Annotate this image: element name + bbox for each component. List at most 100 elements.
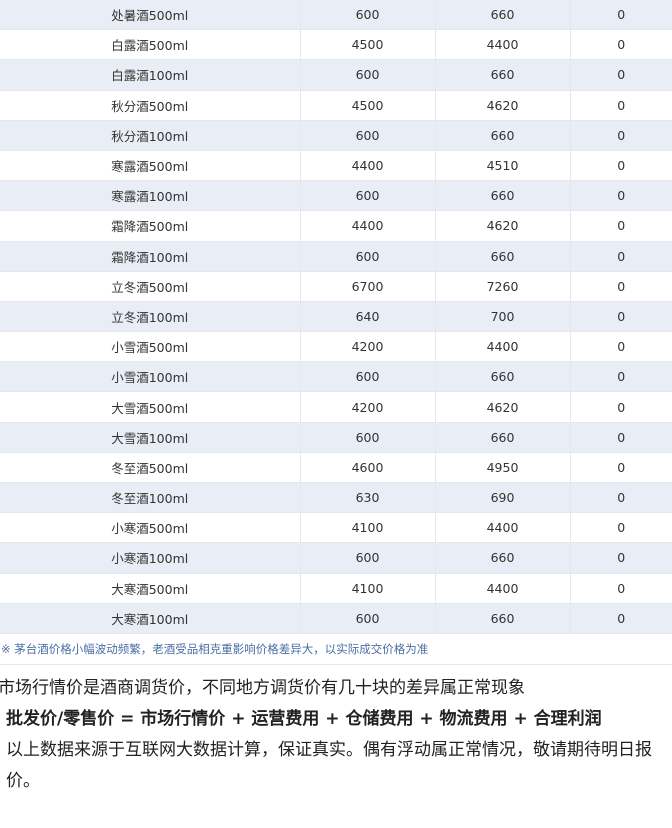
change-cell: 0 bbox=[570, 0, 672, 31]
price-cell: 4620 bbox=[435, 210, 571, 242]
change-cell: 0 bbox=[570, 150, 672, 182]
price-cell: 4400 bbox=[435, 331, 571, 363]
price-cell: 600 bbox=[300, 241, 436, 272]
table-row: 白露酒100ml 600 660 0 bbox=[0, 59, 672, 91]
change-cell: 0 bbox=[570, 59, 672, 91]
change-cell: 0 bbox=[570, 180, 672, 212]
price-cell: 660 bbox=[435, 422, 571, 453]
table-row: 处暑酒500ml 600 660 0 bbox=[0, 0, 672, 31]
change-cell: 0 bbox=[570, 603, 672, 634]
product-name-cell: 小寒酒500ml bbox=[0, 512, 301, 544]
change-cell: 0 bbox=[570, 120, 672, 151]
product-name-cell: 小寒酒100ml bbox=[0, 542, 301, 574]
table-row: 小寒酒100ml 600 660 0 bbox=[0, 542, 672, 574]
change-cell: 0 bbox=[570, 90, 672, 121]
price-cell: 660 bbox=[435, 59, 571, 91]
price-cell: 4620 bbox=[435, 90, 571, 121]
price-cell: 660 bbox=[435, 542, 571, 574]
product-name-cell: 大雪酒500ml bbox=[0, 391, 301, 423]
price-cell: 600 bbox=[300, 180, 436, 212]
price-cell: 600 bbox=[300, 361, 436, 393]
table-row: 冬至酒100ml 630 690 0 bbox=[0, 482, 672, 514]
table-row: 大雪酒500ml 4200 4620 0 bbox=[0, 391, 672, 423]
table-row: 大寒酒500ml 4100 4400 0 bbox=[0, 573, 672, 604]
product-name-cell: 秋分酒500ml bbox=[0, 90, 301, 121]
table-row: 立冬酒100ml 640 700 0 bbox=[0, 301, 672, 333]
product-name-cell: 冬至酒100ml bbox=[0, 482, 301, 514]
price-cell: 4400 bbox=[300, 150, 436, 182]
price-note: ※ 茅台酒价格小幅波动频繁，老酒受品相克重影响价格差异大，以实际成交价格为准 bbox=[0, 634, 672, 665]
change-cell: 0 bbox=[570, 271, 672, 302]
price-cell: 600 bbox=[300, 603, 436, 634]
product-name-cell: 冬至酒500ml bbox=[0, 452, 301, 484]
product-name-cell: 白露酒100ml bbox=[0, 59, 301, 91]
table-row: 大雪酒100ml 600 660 0 bbox=[0, 422, 672, 453]
description-line-source: 以上数据来源于互联网大数据计算，保证真实。偶有浮动属正常情况，敬请期待明日报价。 bbox=[6, 739, 652, 791]
price-cell: 600 bbox=[300, 0, 436, 31]
price-cell: 4400 bbox=[300, 210, 436, 242]
change-cell: 0 bbox=[570, 301, 672, 333]
price-cell: 4100 bbox=[300, 512, 436, 544]
price-cell: 4200 bbox=[300, 391, 436, 423]
table-row: 霜降酒100ml 600 660 0 bbox=[0, 241, 672, 272]
change-cell: 0 bbox=[570, 542, 672, 574]
table-row: 霜降酒500ml 4400 4620 0 bbox=[0, 210, 672, 242]
product-name-cell: 小雪酒500ml bbox=[0, 331, 301, 363]
change-cell: 0 bbox=[570, 422, 672, 453]
product-name-cell: 立冬酒500ml bbox=[0, 271, 301, 302]
product-name-cell: 秋分酒100ml bbox=[0, 120, 301, 151]
price-cell: 4400 bbox=[435, 573, 571, 604]
product-name-cell: 白露酒500ml bbox=[0, 29, 301, 61]
change-cell: 0 bbox=[570, 29, 672, 61]
table-row: 立冬酒500ml 6700 7260 0 bbox=[0, 271, 672, 302]
price-cell: 660 bbox=[435, 241, 571, 272]
change-cell: 0 bbox=[570, 241, 672, 272]
price-cell: 4600 bbox=[300, 452, 436, 484]
price-cell: 4500 bbox=[300, 90, 436, 121]
price-table-body: 处暑酒500ml 600 660 0 白露酒500ml 4500 4400 0 白露酒100ml… bbox=[0, 0, 672, 634]
change-cell: 0 bbox=[570, 452, 672, 484]
change-cell: 0 bbox=[570, 361, 672, 393]
change-cell: 0 bbox=[570, 573, 672, 604]
change-cell: 0 bbox=[570, 512, 672, 544]
table-row: 小雪酒500ml 4200 4400 0 bbox=[0, 331, 672, 363]
product-name-cell: 寒露酒100ml bbox=[0, 180, 301, 212]
price-cell: 660 bbox=[435, 603, 571, 634]
price-page: 处暑酒500ml 600 660 0 白露酒500ml 4500 4400 0 白露酒100ml… bbox=[0, 0, 672, 828]
price-cell: 660 bbox=[435, 0, 571, 31]
product-name-cell: 霜降酒500ml bbox=[0, 210, 301, 242]
price-table: 处暑酒500ml 600 660 0 白露酒500ml 4500 4400 0 白露酒100ml… bbox=[0, 0, 672, 634]
table-row: 寒露酒500ml 4400 4510 0 bbox=[0, 150, 672, 182]
price-cell: 690 bbox=[435, 482, 571, 514]
table-row: 白露酒500ml 4500 4400 0 bbox=[0, 29, 672, 61]
description-block: 市场行情价是酒商调货价，不同地方调货价有几十块的差异属正常现象 批发价/零售价 … bbox=[0, 673, 672, 797]
product-name-cell: 立冬酒100ml bbox=[0, 301, 301, 333]
price-cell: 640 bbox=[300, 301, 436, 333]
price-cell: 600 bbox=[300, 120, 436, 151]
price-cell: 4620 bbox=[435, 391, 571, 423]
price-cell: 660 bbox=[435, 361, 571, 393]
price-cell: 4510 bbox=[435, 150, 571, 182]
price-cell: 700 bbox=[435, 301, 571, 333]
product-name-cell: 大雪酒100ml bbox=[0, 422, 301, 453]
price-cell: 600 bbox=[300, 422, 436, 453]
price-cell: 630 bbox=[300, 482, 436, 514]
table-row: 冬至酒500ml 4600 4950 0 bbox=[0, 452, 672, 484]
table-row: 大寒酒100ml 600 660 0 bbox=[0, 603, 672, 634]
product-name-cell: 大寒酒500ml bbox=[0, 573, 301, 604]
change-cell: 0 bbox=[570, 331, 672, 363]
price-cell: 4500 bbox=[300, 29, 436, 61]
table-row: 秋分酒100ml 600 660 0 bbox=[0, 120, 672, 151]
table-row: 秋分酒500ml 4500 4620 0 bbox=[0, 90, 672, 121]
description-line-formula: 批发价/零售价 = 市场行情价 + 运营费用 + 仓储费用 + 物流费用 + 合… bbox=[6, 708, 602, 729]
product-name-cell: 小雪酒100ml bbox=[0, 361, 301, 393]
price-cell: 4100 bbox=[300, 573, 436, 604]
description-line-market: 市场行情价是酒商调货价，不同地方调货价有几十块的差异属正常现象 bbox=[0, 677, 525, 698]
product-name-cell: 寒露酒500ml bbox=[0, 150, 301, 182]
table-row: 小雪酒100ml 600 660 0 bbox=[0, 361, 672, 393]
change-cell: 0 bbox=[570, 482, 672, 514]
change-cell: 0 bbox=[570, 391, 672, 423]
table-row: 小寒酒500ml 4100 4400 0 bbox=[0, 512, 672, 544]
price-cell: 600 bbox=[300, 59, 436, 91]
price-cell: 6700 bbox=[300, 271, 436, 302]
